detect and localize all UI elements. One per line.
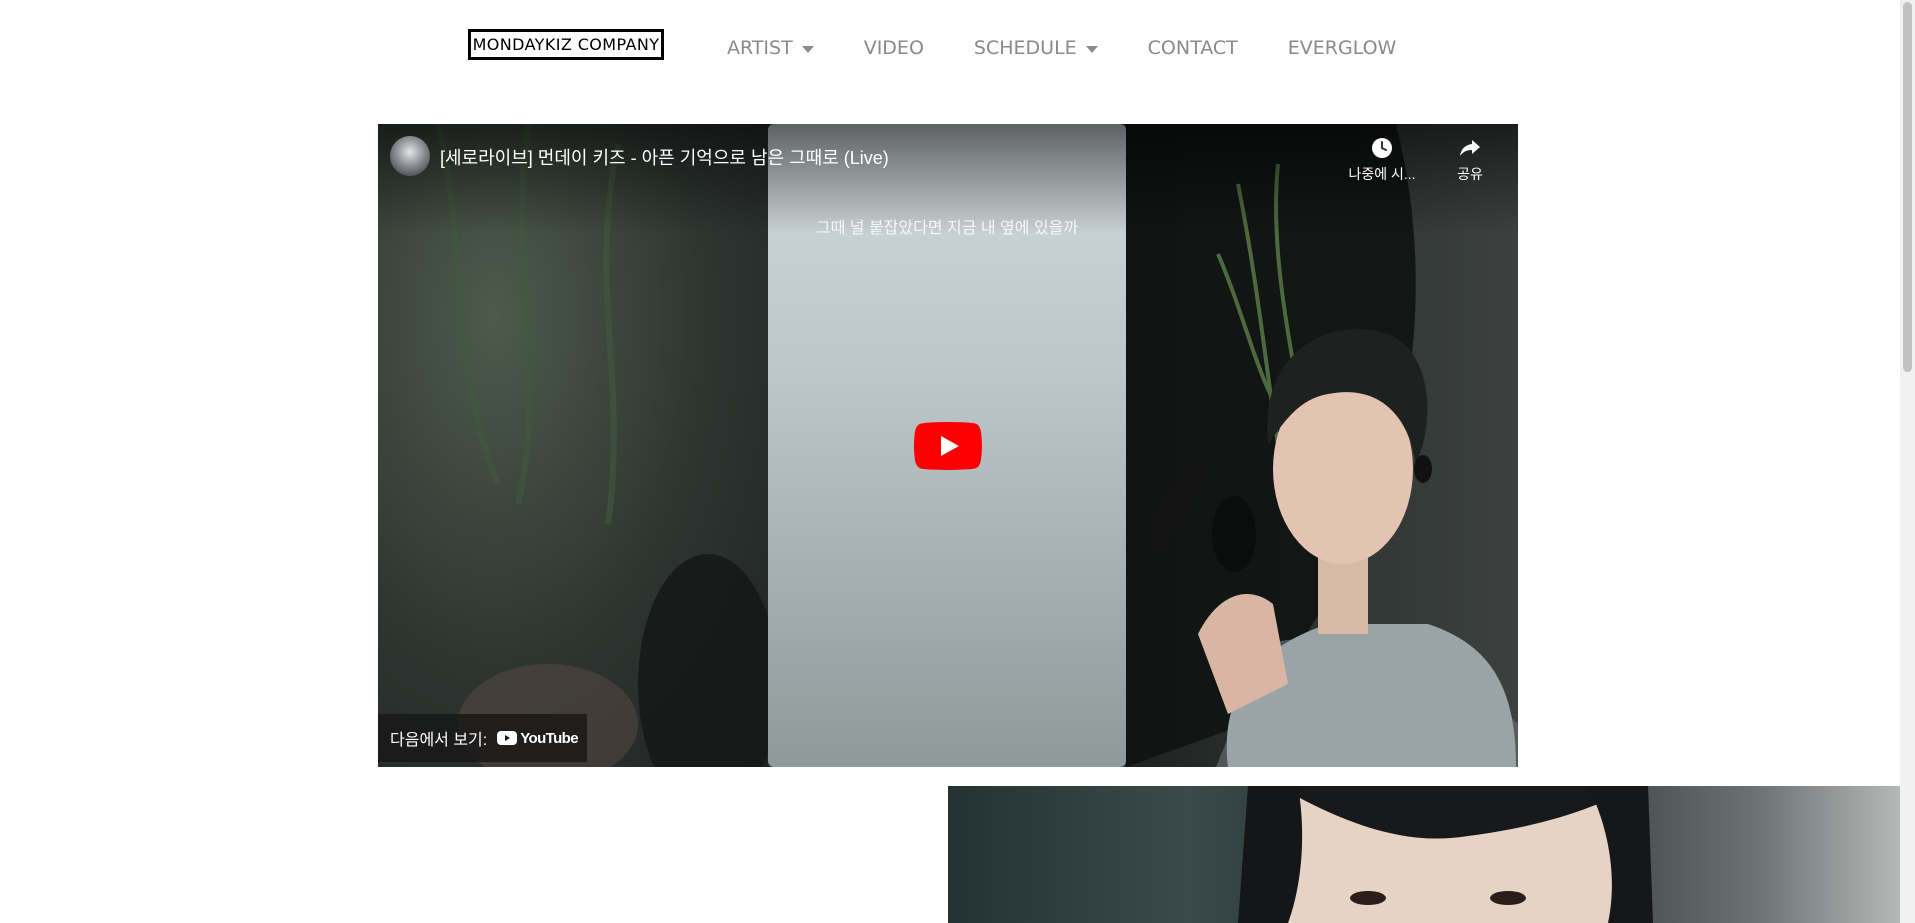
page-scrollbar[interactable] — [1900, 0, 1915, 923]
caret-down-icon — [1085, 45, 1098, 53]
scrollbar-thumb[interactable] — [1903, 2, 1912, 372]
watch-later-label: 나중에 시... — [1348, 166, 1416, 182]
video-subtitle: 그때 널 붙잡았다면 지금 내 옆에 있을까 — [815, 220, 1079, 237]
share-icon — [1460, 140, 1480, 156]
clock-icon — [1372, 138, 1392, 158]
video-embed[interactable]: [세로라이브] 먼데이 키즈 - 아픈 기억으로 남은 그때로 (Live) 나… — [378, 124, 1518, 767]
nav-item-everglow[interactable]: EVERGLOW — [1288, 37, 1397, 59]
watch-on-youtube-button[interactable]: 다음에서 보기: YouTube — [378, 714, 587, 762]
company-logo[interactable]: MONDAYKIZ COMPANY — [468, 29, 664, 60]
nav-item-label: EVERGLOW — [1287, 37, 1397, 59]
nav-item-schedule[interactable]: SCHEDULE — [974, 37, 1098, 59]
play-button[interactable] — [914, 422, 982, 475]
nav-item-video[interactable]: VIDEO — [864, 37, 924, 59]
caret-down-icon — [801, 45, 814, 53]
watch-on-label: 다음에서 보기: — [390, 732, 488, 749]
youtube-wordmark: YouTube — [520, 729, 578, 747]
watch-later-button[interactable]: 나중에 시... — [1342, 136, 1422, 184]
artist-photo — [948, 786, 1900, 923]
nav-item-label: SCHEDULE — [973, 37, 1077, 59]
nav-item-contact[interactable]: CONTACT — [1148, 37, 1238, 59]
share-button[interactable]: 공유 — [1430, 136, 1510, 184]
share-label: 공유 — [1457, 166, 1483, 182]
nav-item-label: ARTIST — [727, 37, 793, 59]
youtube-logo-icon: YouTube — [497, 729, 579, 747]
nav-item-label: VIDEO — [863, 37, 924, 59]
nav-item-artist[interactable]: ARTIST — [727, 37, 814, 59]
main-nav: ARTIST VIDEO SCHEDULE CONTACT EVERGLOW — [727, 34, 1396, 62]
play-icon — [914, 422, 982, 470]
nav-item-label: CONTACT — [1147, 37, 1238, 59]
video-title[interactable]: [세로라이브] 먼데이 키즈 - 아픈 기억으로 남은 그때로 (Live) — [440, 144, 889, 170]
channel-avatar[interactable] — [390, 136, 430, 176]
